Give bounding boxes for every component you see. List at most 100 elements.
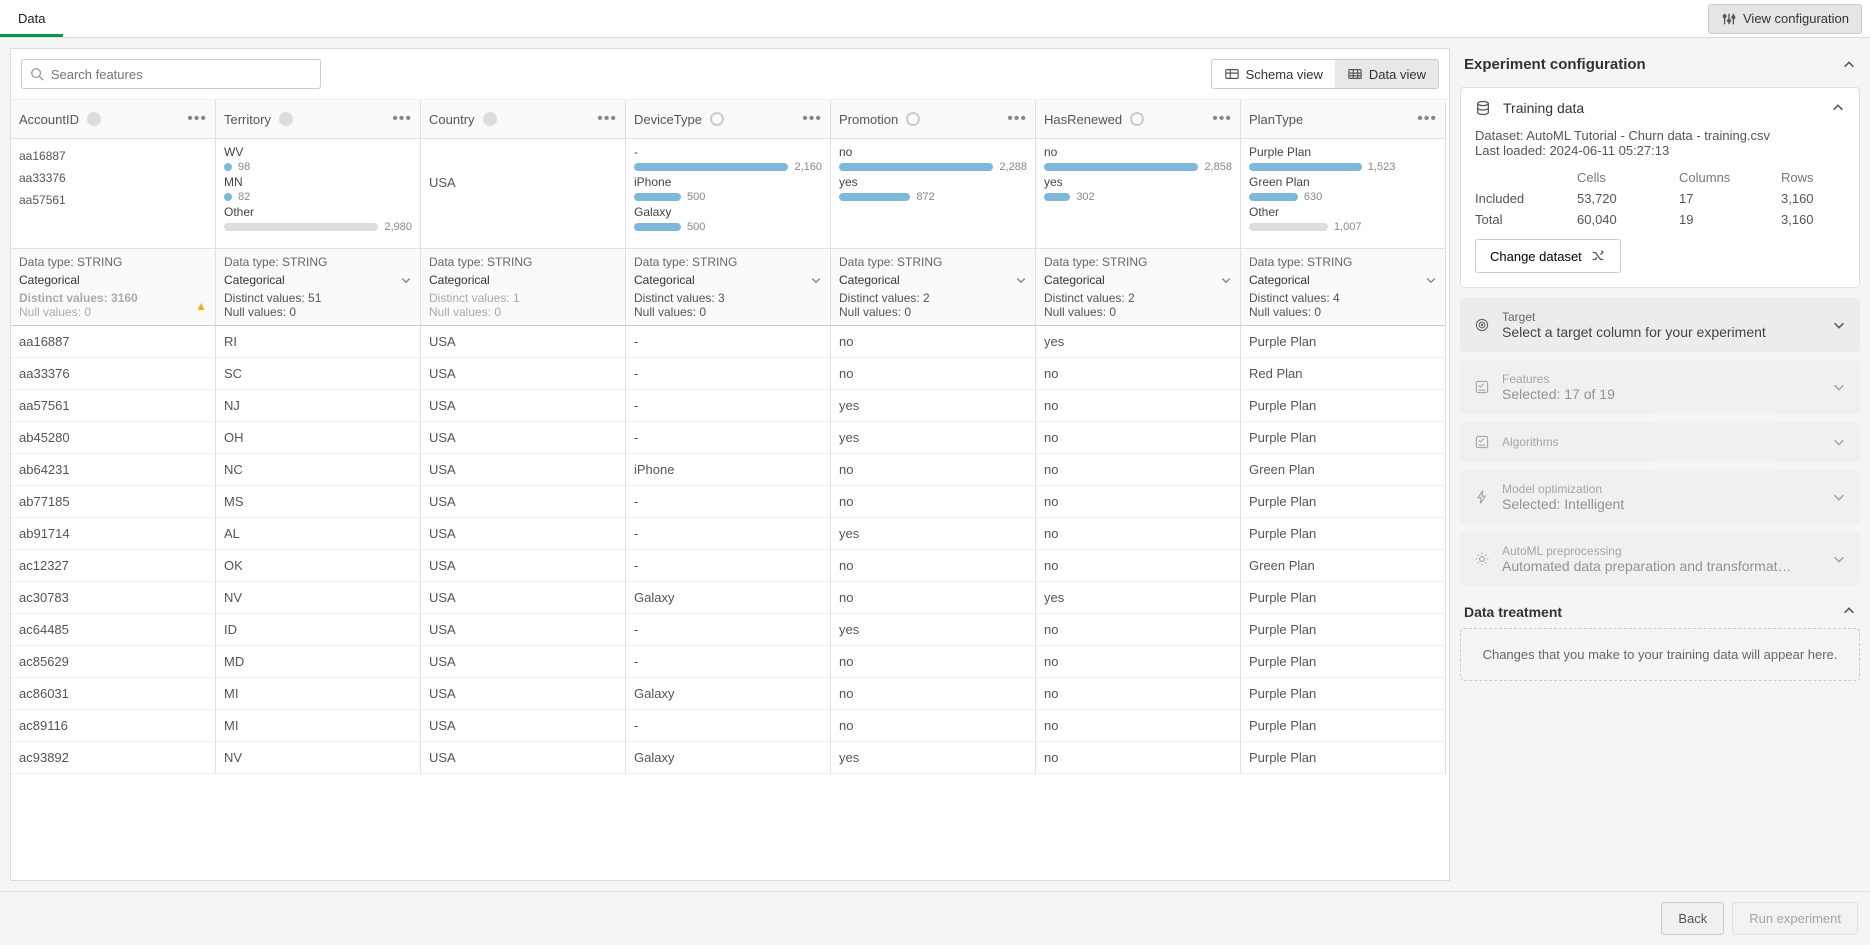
data-cell: yes [831,390,1036,422]
sliders-icon [1721,11,1737,27]
chevron-down-icon[interactable] [400,274,412,286]
kebab-icon[interactable]: ••• [187,110,207,128]
chevron-down-icon[interactable] [1220,274,1232,286]
kebab-icon[interactable]: ••• [1212,110,1232,128]
training-data-header[interactable]: Training data [1461,88,1859,128]
data-cell: ac93892 [11,742,216,774]
warning-icon: ▲ [195,299,207,313]
feature-type-select[interactable]: Categorical [839,273,900,287]
chevron-down-icon[interactable] [1425,274,1437,286]
data-cell: USA [421,550,626,582]
data-cell: ab45280 [11,422,216,454]
data-cell: USA [421,326,626,358]
column-header[interactable]: HasRenewed ••• [1036,100,1241,139]
data-cell: no [1036,422,1241,454]
run-experiment-button[interactable]: Run experiment [1732,902,1858,935]
data-cell: Purple Plan [1241,422,1446,454]
back-button[interactable]: Back [1661,902,1724,935]
data-cell: no [1036,454,1241,486]
chevron-down-icon[interactable] [810,274,822,286]
data-cell: no [831,550,1036,582]
data-cell: - [626,550,831,582]
target-section[interactable]: Target Select a target column for your e… [1460,298,1860,352]
column-meta: Data type: STRINGCategoricalDistinct val… [421,249,626,326]
column-name: HasRenewed [1044,112,1122,127]
chevron-down-icon[interactable] [1015,274,1027,286]
data-cell: Purple Plan [1241,646,1446,678]
chevron-up-icon[interactable] [1842,604,1856,620]
search-input[interactable] [51,67,312,82]
schema-view-button[interactable]: Schema view [1212,60,1335,88]
data-cell: yes [1036,326,1241,358]
kebab-icon[interactable]: ••• [1007,110,1027,128]
data-cell: no [1036,358,1241,390]
data-cell: no [1036,678,1241,710]
search-icon [30,66,45,82]
data-cell: no [831,326,1036,358]
data-cell: iPhone [626,454,831,486]
view-configuration-button[interactable]: View configuration [1708,4,1862,34]
data-cell: Purple Plan [1241,486,1446,518]
feature-type-select[interactable]: Categorical [1249,273,1310,287]
search-input-wrap[interactable] [21,59,321,89]
chevron-up-icon[interactable] [1842,58,1856,72]
data-cell: aa57561 [11,390,216,422]
column-header[interactable]: DeviceType••• [626,100,831,139]
column-header[interactable]: PlanType••• [1241,100,1446,139]
feature-type-select[interactable]: Categorical [1044,273,1105,287]
data-cell: Purple Plan [1241,582,1446,614]
data-cell: aa33376 [11,358,216,390]
data-cell: NJ [216,390,421,422]
data-cell: yes [831,518,1036,550]
column-meta: Data type: STRINGCategoricalDistinct val… [626,249,831,326]
tab-data[interactable]: Data [0,1,63,37]
data-cell: ac85629 [11,646,216,678]
data-cell: USA [421,390,626,422]
algorithms-section[interactable]: Algorithms [1460,422,1860,462]
data-cell: no [831,582,1036,614]
preprocessing-section[interactable]: AutoML preprocessing Automated data prep… [1460,532,1860,586]
data-cell: Purple Plan [1241,326,1446,358]
schema-icon [1224,66,1240,82]
column-header[interactable]: AccountID••• [11,100,216,139]
data-cell: yes [831,422,1036,454]
data-view-button[interactable]: Data view [1335,60,1438,88]
data-cell: MI [216,710,421,742]
change-dataset-button[interactable]: Change dataset [1475,239,1621,273]
checklist-icon [1474,434,1490,450]
data-cell: USA [421,486,626,518]
kebab-icon[interactable]: ••• [1417,110,1437,128]
data-cell: Purple Plan [1241,518,1446,550]
kebab-icon[interactable]: ••• [802,110,822,128]
kebab-icon[interactable]: ••• [597,110,617,128]
data-cell: Purple Plan [1241,390,1446,422]
column-name: Territory [224,112,271,127]
data-cell: Galaxy [626,582,831,614]
chevron-down-icon [1832,435,1846,449]
distribution-cell: Purple Plan1,523Green Plan630Other1,007 [1241,139,1446,249]
kebab-icon[interactable]: ••• [392,110,412,128]
model-optimization-section[interactable]: Model optimization Selected: Intelligent [1460,470,1860,524]
status-dot-icon [483,112,497,126]
chevron-down-icon [1832,318,1846,332]
column-header[interactable]: Promotion••• [831,100,1036,139]
column-header[interactable]: Country••• [421,100,626,139]
data-cell: no [1036,742,1241,774]
data-cell: NC [216,454,421,486]
feature-type-select[interactable]: Categorical [634,273,695,287]
chevron-up-icon[interactable] [1831,101,1845,115]
status-ring-icon [906,112,920,126]
data-treatment-empty: Changes that you make to your training d… [1460,628,1860,681]
database-icon [1475,100,1491,116]
data-cell: no [831,710,1036,742]
column-header[interactable]: Territory ••• [216,100,421,139]
feature-type-select[interactable]: Categorical [224,273,285,287]
column-meta: Data type: STRINGCategoricalDistinct val… [831,249,1036,326]
data-cell: ac86031 [11,678,216,710]
data-cell: - [626,614,831,646]
column-meta: Data type: STRINGCategoricalDistinct val… [1241,249,1446,326]
features-section[interactable]: Features Selected: 17 of 19 [1460,360,1860,414]
data-cell: Green Plan [1241,454,1446,486]
data-cell: USA [421,742,626,774]
data-cell: no [1036,550,1241,582]
